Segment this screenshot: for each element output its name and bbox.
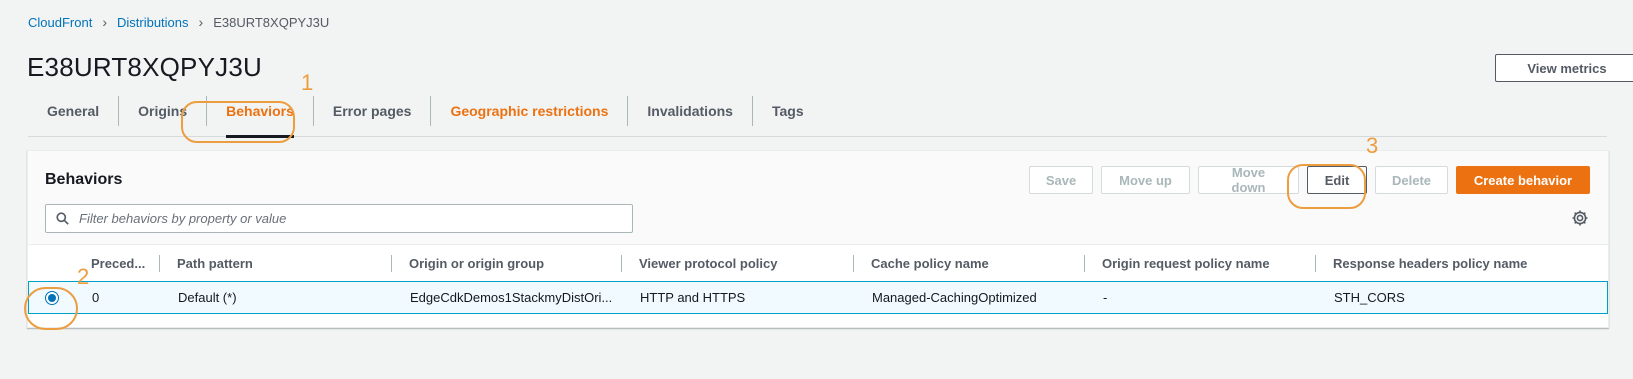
gear-icon[interactable] xyxy=(1570,208,1590,228)
delete-button[interactable]: Delete xyxy=(1375,166,1448,194)
tab-behaviors[interactable]: Behaviors xyxy=(206,96,313,138)
annotation-number: 1 xyxy=(301,70,314,95)
annotation-number: 2 xyxy=(77,264,90,289)
cell-viewer-protocol: HTTP and HTTPS xyxy=(640,290,746,305)
edit-button[interactable]: Edit xyxy=(1307,166,1367,194)
column-divider xyxy=(159,255,160,272)
panel-title: Behaviors xyxy=(45,171,123,188)
tab-geographic-restrictions[interactable]: Geographic restrictions xyxy=(430,96,627,126)
table-row[interactable]: 0 Default (*) EdgeCdkDemos1StackmyDistOr… xyxy=(28,281,1608,314)
cell-path-pattern: Default (*) xyxy=(178,290,237,305)
panel-header: Behaviors Save Move up Move down Edit De… xyxy=(28,151,1608,244)
chevron-right-icon: › xyxy=(198,14,204,30)
cell-precedence: 0 xyxy=(92,290,100,305)
search-icon xyxy=(56,212,69,225)
behaviors-panel: Behaviors Save Move up Move down Edit De… xyxy=(27,150,1609,328)
save-button[interactable]: Save xyxy=(1029,166,1093,194)
column-header-viewer-protocol[interactable]: Viewer protocol policy xyxy=(621,245,778,282)
column-header-path-pattern[interactable]: Path pattern xyxy=(159,245,253,282)
column-label: Path pattern xyxy=(177,256,253,271)
row-select-radio[interactable] xyxy=(45,291,59,305)
column-header-origin[interactable]: Origin or origin group xyxy=(391,245,545,282)
filter-box xyxy=(45,204,633,233)
action-buttons: Save Move up Move down Edit Delete Creat… xyxy=(1029,165,1590,195)
column-divider xyxy=(853,255,854,272)
cell-cache-policy: Managed-CachingOptimized xyxy=(872,290,1037,305)
tab-tags[interactable]: Tags xyxy=(751,96,823,126)
column-divider xyxy=(621,255,622,272)
chevron-right-icon: › xyxy=(102,14,107,30)
column-header-response-headers-policy[interactable]: Response headers policy name xyxy=(1315,245,1528,282)
column-header-cache-policy[interactable]: Cache policy name xyxy=(853,245,989,282)
column-label: Viewer protocol policy xyxy=(639,256,778,271)
column-header-precedence[interactable]: Preced... xyxy=(91,245,145,282)
table-header: Preced... Path pattern Origin or origin … xyxy=(28,244,1608,283)
tab-bar: General Origins Behaviors Error pages Ge… xyxy=(28,92,1607,138)
create-behavior-button[interactable]: Create behavior xyxy=(1456,166,1590,194)
view-metrics-button[interactable]: View metrics xyxy=(1495,54,1633,82)
breadcrumb-link-distributions[interactable]: Distributions xyxy=(117,15,189,30)
cell-origin-request-policy: - xyxy=(1103,290,1108,305)
radio-dot xyxy=(48,294,56,302)
tab-invalidations[interactable]: Invalidations xyxy=(627,96,752,126)
column-label: Origin request policy name xyxy=(1102,256,1270,271)
column-divider xyxy=(1315,255,1316,272)
cell-response-headers-policy: STH_CORS xyxy=(1334,290,1405,305)
tab-general[interactable]: General xyxy=(28,96,118,126)
cell-origin: EdgeCdkDemos1StackmyDistOri... xyxy=(410,290,613,305)
page-title: E38URT8XQPYJ3U xyxy=(27,52,262,82)
move-down-button[interactable]: Move down xyxy=(1198,165,1299,195)
filter-input[interactable] xyxy=(77,210,621,227)
breadcrumb: CloudFront › Distributions › E38URT8XQPY… xyxy=(28,14,329,30)
tab-origins[interactable]: Origins xyxy=(118,96,206,126)
tab-error-pages[interactable]: Error pages xyxy=(312,96,431,126)
breadcrumb-current: E38URT8XQPYJ3U xyxy=(213,14,330,30)
column-header-origin-request-policy[interactable]: Origin request policy name xyxy=(1084,245,1270,282)
column-divider xyxy=(391,255,392,272)
column-label: Response headers policy name xyxy=(1333,256,1528,271)
column-label: Cache policy name xyxy=(871,256,989,271)
column-divider xyxy=(1084,255,1085,272)
column-label: Origin or origin group xyxy=(409,256,545,271)
move-up-button[interactable]: Move up xyxy=(1101,166,1190,194)
annotation-number: 3 xyxy=(1366,133,1379,158)
breadcrumb-link-cloudfront[interactable]: CloudFront xyxy=(28,15,92,30)
